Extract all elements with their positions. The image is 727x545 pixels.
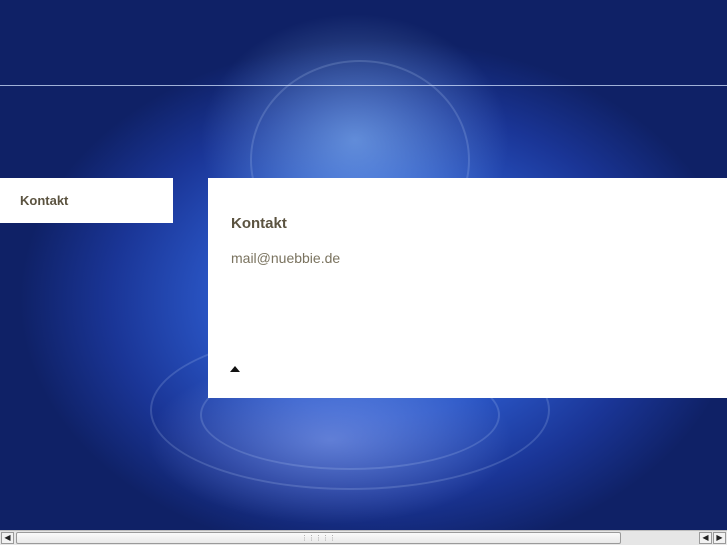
content-panel: Kontakt mail@nuebbie.de (208, 178, 727, 398)
arrow-left-icon[interactable]: ◀ (1, 532, 14, 544)
horizontal-scrollbar[interactable]: ◀ ⋮⋮⋮⋮⋮ ◀ ▶ (0, 530, 727, 545)
arrow-right-icon[interactable]: ▶ (713, 532, 726, 544)
sidebar-nav: Kontakt (0, 178, 173, 223)
arrow-left-icon[interactable]: ◀ (699, 532, 712, 544)
email-link[interactable]: mail@nuebbie.de (231, 250, 340, 266)
header-divider (0, 85, 727, 86)
page-title: Kontakt (231, 215, 287, 232)
scrollbar-thumb[interactable]: ⋮⋮⋮⋮⋮ (16, 532, 621, 544)
triangle-up-icon[interactable] (230, 366, 240, 372)
grip-icon: ⋮⋮⋮⋮⋮ (301, 535, 336, 542)
nav-item-kontakt[interactable]: Kontakt (20, 193, 68, 208)
